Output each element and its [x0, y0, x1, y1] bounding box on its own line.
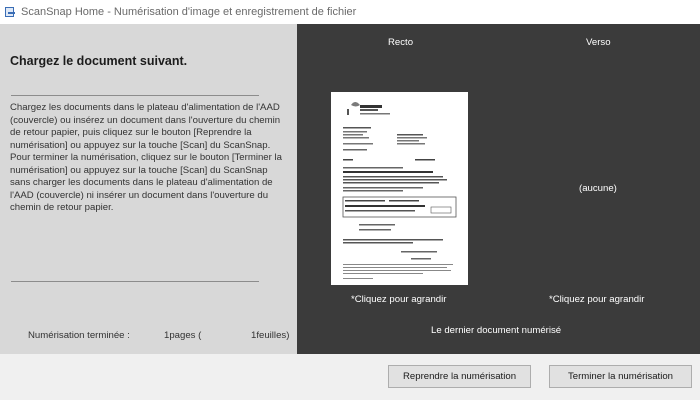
finish-scan-button[interactable]: Terminer la numérisation — [549, 365, 692, 388]
preview-panel: Recto Verso (aucune) *Cliquez pour agran… — [297, 24, 700, 354]
scan-status-sheets: 1feuilles) — [251, 330, 290, 341]
title-bar: ScanSnap Home - Numérisation d'image et … — [0, 0, 700, 24]
scan-status-label: Numérisation terminée : — [28, 330, 130, 341]
resume-scan-button[interactable]: Reprendre la numérisation — [388, 365, 531, 388]
scansnap-app-icon — [4, 6, 16, 18]
instruction-text: Chargez les documents dans le plateau d'… — [10, 102, 282, 214]
last-scanned-caption: Le dernier document numérisé — [431, 325, 562, 336]
front-side-label: Recto — [388, 37, 414, 48]
scan-status: Numérisation terminée : 1pages ( 1feuill… — [0, 330, 297, 344]
scanned-document-image — [331, 92, 468, 285]
front-zoom-link[interactable]: *Cliquez pour agrandir — [351, 294, 446, 305]
window-title: ScanSnap Home - Numérisation d'image et … — [21, 6, 357, 18]
scan-status-pages: 1pages ( — [164, 330, 202, 341]
back-zoom-link[interactable]: *Cliquez pour agrandir — [549, 294, 644, 305]
front-page-thumbnail[interactable] — [331, 92, 468, 285]
divider-top — [11, 95, 259, 96]
instructions-panel: Chargez le document suivant. Chargez les… — [0, 24, 297, 354]
button-bar: Reprendre la numérisation Terminer la nu… — [0, 354, 700, 400]
back-side-label: Verso — [586, 37, 611, 48]
back-side-empty-text: (aucune) — [579, 183, 617, 194]
instruction-heading: Chargez le document suivant. — [10, 54, 188, 68]
divider-bottom — [11, 281, 259, 282]
